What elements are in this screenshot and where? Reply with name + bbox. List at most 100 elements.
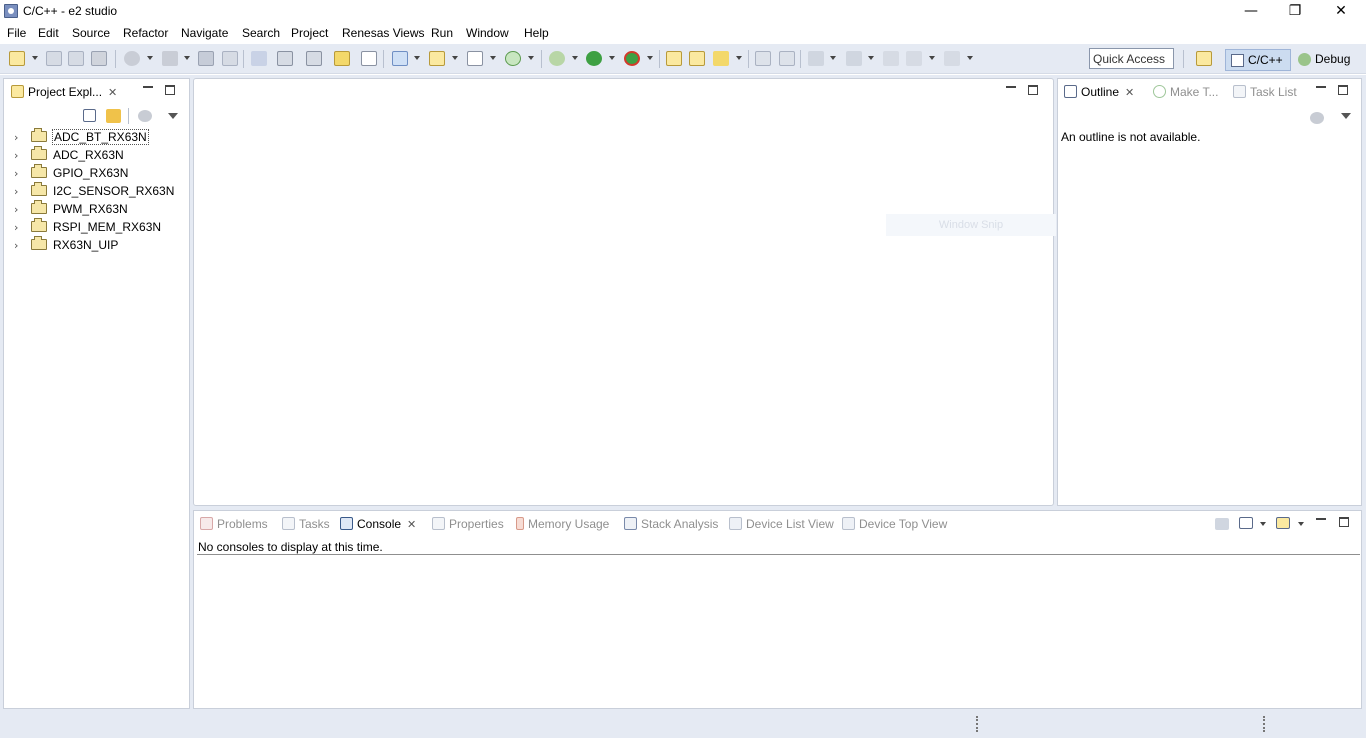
perspective-cpp-button[interactable]: C/C++	[1225, 49, 1291, 71]
menu-project[interactable]: Project	[291, 26, 328, 40]
link-with-editor-icon[interactable]	[106, 109, 121, 123]
minimize-window-button[interactable]: —	[1228, 0, 1274, 22]
build-all-icon[interactable]	[198, 51, 214, 66]
new-class-icon[interactable]	[505, 51, 521, 66]
save-icon[interactable]	[46, 51, 62, 66]
minimize-pane-icon[interactable]	[1316, 86, 1326, 88]
menu-file[interactable]: File	[7, 26, 26, 40]
tree-item[interactable]: › I2C_SENSOR_RX63N	[14, 182, 184, 200]
tab-properties[interactable]: Properties	[432, 515, 504, 535]
view-menu-icon[interactable]	[1341, 113, 1351, 119]
display-console-dropdown-icon[interactable]	[1260, 522, 1266, 526]
collapse-all-icon[interactable]	[83, 109, 96, 122]
tab-outline[interactable]: Outline ✕	[1060, 83, 1139, 103]
new-class-dropdown-icon[interactable]	[528, 56, 534, 60]
focus-icon[interactable]	[138, 110, 152, 122]
pin-icon[interactable]	[251, 51, 267, 66]
expand-chevron-icon[interactable]: ›	[14, 131, 18, 144]
back-arrow-icon[interactable]	[906, 51, 922, 66]
open-console-dropdown-icon[interactable]	[1298, 522, 1304, 526]
tree-item[interactable]: › PWM_RX63N	[14, 200, 184, 218]
maximize-pane-icon[interactable]	[1339, 517, 1349, 527]
new-project-dropdown-icon[interactable]	[414, 56, 420, 60]
tab-problems[interactable]: Problems	[200, 515, 268, 535]
tree-item[interactable]: › ADC_BT_RX63N	[14, 128, 184, 146]
new-source-file-icon[interactable]	[467, 51, 483, 66]
maximize-pane-icon[interactable]	[165, 85, 175, 95]
maximize-pane-icon[interactable]	[1338, 85, 1348, 95]
search-flashlight-icon[interactable]	[713, 51, 729, 66]
view-menu-icon[interactable]	[168, 113, 178, 119]
expand-chevron-icon[interactable]: ›	[14, 185, 18, 198]
quick-access-input[interactable]: Quick Access	[1089, 48, 1174, 69]
menu-refactor[interactable]: Refactor	[123, 26, 168, 40]
minimize-pane-icon[interactable]	[143, 86, 153, 88]
editor-area[interactable]	[193, 78, 1054, 506]
expand-chevron-icon[interactable]: ›	[14, 149, 18, 162]
expand-chevron-icon[interactable]: ›	[14, 167, 18, 180]
menu-renesas-views[interactable]: Renesas Views	[342, 26, 425, 40]
external-tools-icon[interactable]	[624, 51, 640, 66]
pencil-icon[interactable]	[334, 51, 350, 66]
new-dropdown-icon[interactable]	[32, 56, 38, 60]
expand-chevron-icon[interactable]: ›	[14, 221, 18, 234]
terminal-icon[interactable]	[277, 51, 293, 66]
debug-bug-icon[interactable]	[549, 51, 565, 66]
open-console-icon[interactable]	[1276, 517, 1290, 529]
new-folder-icon[interactable]	[429, 51, 445, 66]
perspective-debug-button[interactable]: Debug	[1296, 49, 1362, 71]
build-hammer-icon[interactable]	[162, 51, 178, 66]
new-folder-dropdown-icon[interactable]	[452, 56, 458, 60]
restore-window-button[interactable]: ❐	[1272, 0, 1318, 22]
menu-help[interactable]: Help	[524, 26, 549, 40]
close-tab-icon[interactable]: ✕	[1125, 84, 1134, 102]
display-console-icon[interactable]	[1239, 517, 1253, 529]
focus-icon[interactable]	[1310, 112, 1324, 124]
search-dropdown-icon[interactable]	[736, 56, 742, 60]
tree-item[interactable]: › RSPI_MEM_RX63N	[14, 218, 184, 236]
pin-console-icon[interactable]	[1215, 518, 1229, 530]
print-icon[interactable]	[91, 51, 107, 66]
next-annotation-icon[interactable]	[808, 51, 824, 66]
tab-device-top-view[interactable]: Device Top View	[842, 515, 947, 535]
menu-edit[interactable]: Edit	[38, 26, 59, 40]
tree-item[interactable]: › GPIO_RX63N	[14, 164, 184, 182]
tab-project-explorer[interactable]: Project Expl... ✕	[7, 83, 122, 103]
tab-device-list-view[interactable]: Device List View	[729, 515, 834, 535]
tree-item[interactable]: › RX63N_UIP	[14, 236, 184, 254]
build-config-icon[interactable]	[124, 51, 140, 66]
menu-navigate[interactable]: Navigate	[181, 26, 228, 40]
run-dropdown-icon[interactable]	[609, 56, 615, 60]
status-bar-grip[interactable]	[976, 716, 979, 732]
minimize-editor-icon[interactable]	[1006, 86, 1016, 88]
menu-run[interactable]: Run	[431, 26, 453, 40]
close-tab-icon[interactable]: ✕	[407, 516, 416, 534]
new-source-dropdown-icon[interactable]	[490, 56, 496, 60]
expand-chevron-icon[interactable]: ›	[14, 203, 18, 216]
menu-search[interactable]: Search	[242, 26, 280, 40]
menu-source[interactable]: Source	[72, 26, 110, 40]
toggle-block-icon[interactable]	[755, 51, 771, 66]
tree-item[interactable]: › ADC_RX63N	[14, 146, 184, 164]
back-dropdown-icon[interactable]	[929, 56, 935, 60]
next-annotation-dropdown-icon[interactable]	[830, 56, 836, 60]
open-perspective-icon[interactable]	[1196, 51, 1212, 66]
build-config-dropdown-icon[interactable]	[147, 56, 153, 60]
external-tools-dropdown-icon[interactable]	[647, 56, 653, 60]
tab-tasks[interactable]: Tasks	[282, 515, 330, 535]
menu-window[interactable]: Window	[466, 26, 509, 40]
show-whitespace-icon[interactable]	[779, 51, 795, 66]
close-tab-icon[interactable]: ✕	[108, 84, 117, 102]
tab-memory-usage[interactable]: Memory Usage	[516, 515, 609, 535]
build-dropdown-icon[interactable]	[184, 56, 190, 60]
expand-chevron-icon[interactable]: ›	[14, 239, 18, 252]
last-edit-icon[interactable]	[883, 51, 899, 66]
open-element-icon[interactable]	[689, 51, 705, 66]
previous-annotation-icon[interactable]	[846, 51, 862, 66]
forward-arrow-icon[interactable]	[944, 51, 960, 66]
close-window-button[interactable]: ✕	[1318, 0, 1364, 22]
status-bar-grip[interactable]	[1263, 716, 1266, 732]
binary-icon[interactable]	[222, 51, 238, 66]
new-icon[interactable]	[9, 51, 25, 66]
debug-dropdown-icon[interactable]	[572, 56, 578, 60]
